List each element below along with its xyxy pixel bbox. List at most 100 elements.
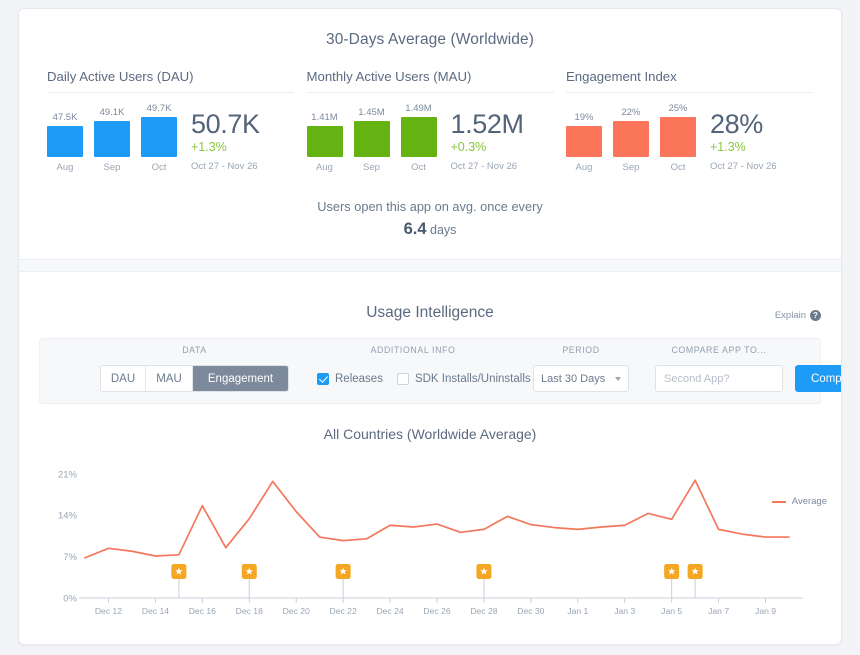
bar-group: 47.5K Aug	[47, 112, 83, 173]
bar-value: 47.5K	[47, 112, 83, 123]
dashboard-card: 30-Days Average (Worldwide) Daily Active…	[18, 8, 842, 645]
period-control-group: PERIOD Last 30 Days	[533, 365, 629, 392]
data-control-group: DATA DAU MAU Engagement	[100, 365, 289, 392]
bar-rect	[660, 117, 696, 157]
compare-button-group: Compare	[795, 365, 842, 392]
svg-text:Jan 7: Jan 7	[708, 606, 729, 616]
period-group-label: PERIOD	[533, 345, 629, 355]
svg-text:Dec 12: Dec 12	[95, 606, 122, 616]
period-select-value: Last 30 Days	[541, 373, 605, 385]
data-option-dau[interactable]: DAU	[101, 366, 146, 391]
kpi-card-engagement: Engagement Index 19% Aug 22% Sep	[566, 69, 813, 173]
bar-label: Oct	[660, 162, 696, 173]
checkbox-sdk-installs[interactable]: SDK Installs/Uninstalls	[397, 373, 531, 385]
bar-value: 1.45M	[354, 107, 390, 118]
kpi-row: Daily Active Users (DAU) 47.5K Aug 49.1K	[19, 69, 841, 173]
compare-app-input[interactable]	[655, 365, 783, 392]
period-select[interactable]: Last 30 Days	[533, 365, 629, 392]
bar-value: 49.7K	[141, 103, 177, 114]
compare-app-label: COMPARE APP TO...	[655, 345, 783, 355]
data-segmented-control: DAU MAU Engagement	[100, 365, 289, 392]
chart-controls-bar: DATA DAU MAU Engagement ADDITIONAL INFO …	[39, 338, 821, 404]
bar-group: 19% Aug	[566, 112, 602, 173]
page-root: 30-Days Average (Worldwide) Daily Active…	[0, 0, 860, 655]
bar-label: Oct	[141, 162, 177, 173]
data-option-mau[interactable]: MAU	[146, 366, 193, 391]
checkbox-sdk-installs-box[interactable]	[397, 373, 409, 385]
svg-text:Dec 14: Dec 14	[142, 606, 169, 616]
bar-label: Aug	[566, 162, 602, 173]
checkbox-releases-label: Releases	[335, 373, 383, 385]
overview-title: 30-Days Average (Worldwide)	[19, 31, 841, 49]
svg-text:Dec 30: Dec 30	[517, 606, 544, 616]
bar-value: 25%	[660, 103, 696, 114]
bar-label: Aug	[307, 162, 343, 173]
kpi-date-range: Oct 27 - Nov 26	[710, 161, 777, 172]
bar-rect	[401, 117, 437, 157]
bar-group: 22% Sep	[613, 107, 649, 173]
checkbox-sdk-installs-label: SDK Installs/Uninstalls	[415, 373, 531, 385]
section-band	[19, 260, 841, 272]
average-open-note: Users open this app on avg. once every 6…	[19, 199, 841, 239]
bar-rect	[566, 126, 602, 157]
kpi-date-range: Oct 27 - Nov 26	[191, 161, 260, 172]
kpi-card-dau: Daily Active Users (DAU) 47.5K Aug 49.1K	[47, 69, 294, 173]
svg-text:Dec 26: Dec 26	[423, 606, 450, 616]
kpi-title-dau: Daily Active Users (DAU)	[47, 69, 294, 93]
svg-text:Jan 5: Jan 5	[661, 606, 682, 616]
kpi-value: 28%	[710, 110, 777, 138]
average-open-note-text: Users open this app on avg. once every	[19, 199, 841, 214]
bar-rect	[307, 126, 343, 157]
bar-label: Oct	[401, 162, 437, 173]
checkbox-releases-box[interactable]	[317, 373, 329, 385]
bar-rect	[141, 117, 177, 157]
kpi-bars-engagement: 19% Aug 22% Sep 25%	[566, 103, 696, 173]
additional-info-label: ADDITIONAL INFO	[317, 345, 509, 355]
svg-text:Dec 20: Dec 20	[283, 606, 310, 616]
bar-value: 19%	[566, 112, 602, 123]
svg-text:Dec 22: Dec 22	[330, 606, 357, 616]
bar-value: 1.41M	[307, 112, 343, 123]
usage-intelligence-title: Usage Intelligence	[19, 304, 841, 322]
data-option-engagement[interactable]: Engagement	[193, 366, 288, 391]
bar-group: 49.1K Sep	[94, 107, 130, 173]
average-open-note-value-row: 6.4 days	[19, 220, 841, 239]
kpi-delta: +1.3%	[710, 140, 777, 154]
bar-label: Sep	[354, 162, 390, 173]
bar-rect	[613, 121, 649, 157]
bar-rect	[354, 121, 390, 157]
kpi-date-range: Oct 27 - Nov 26	[451, 161, 524, 172]
compare-button[interactable]: Compare	[795, 365, 842, 392]
kpi-bars-mau: 1.41M Aug 1.45M Sep 1.49M	[307, 103, 437, 173]
svg-text:Dec 28: Dec 28	[470, 606, 497, 616]
bar-group: 1.45M Sep	[354, 107, 390, 173]
chart-area: 0%7%14%21%Dec 12Dec 14Dec 16Dec 18Dec 20…	[19, 448, 841, 645]
explain-label: Explain	[775, 310, 806, 321]
kpi-title-engagement: Engagement Index	[566, 69, 813, 93]
svg-text:Jan 1: Jan 1	[567, 606, 588, 616]
explain-link[interactable]: Explain ?	[775, 310, 821, 321]
data-group-label: DATA	[100, 345, 289, 355]
bar-rect	[47, 126, 83, 157]
chart-title: All Countries (Worldwide Average)	[19, 426, 841, 442]
kpi-value: 50.7K	[191, 110, 260, 138]
bar-value: 49.1K	[94, 107, 130, 118]
usage-intelligence-section: Usage Intelligence Explain ? DATA DAU MA…	[19, 286, 841, 645]
bar-label: Sep	[94, 162, 130, 173]
bar-group: 1.41M Aug	[307, 112, 343, 173]
svg-text:14%: 14%	[58, 511, 78, 522]
average-open-days-value: 6.4	[404, 220, 427, 238]
bar-value: 22%	[613, 107, 649, 118]
chart-legend: Average	[772, 496, 827, 507]
svg-text:Dec 16: Dec 16	[189, 606, 216, 616]
kpi-summary-dau: 50.7K +1.3% Oct 27 - Nov 26	[191, 110, 260, 173]
legend-label-average: Average	[792, 496, 827, 507]
checkbox-releases[interactable]: Releases	[317, 373, 383, 385]
svg-text:Dec 18: Dec 18	[236, 606, 263, 616]
kpi-summary-mau: 1.52M +0.3% Oct 27 - Nov 26	[451, 110, 524, 173]
svg-text:Dec 24: Dec 24	[376, 606, 403, 616]
svg-text:21%: 21%	[58, 469, 78, 480]
kpi-value: 1.52M	[451, 110, 524, 138]
kpi-delta: +1.3%	[191, 140, 260, 154]
svg-text:7%: 7%	[63, 552, 77, 563]
